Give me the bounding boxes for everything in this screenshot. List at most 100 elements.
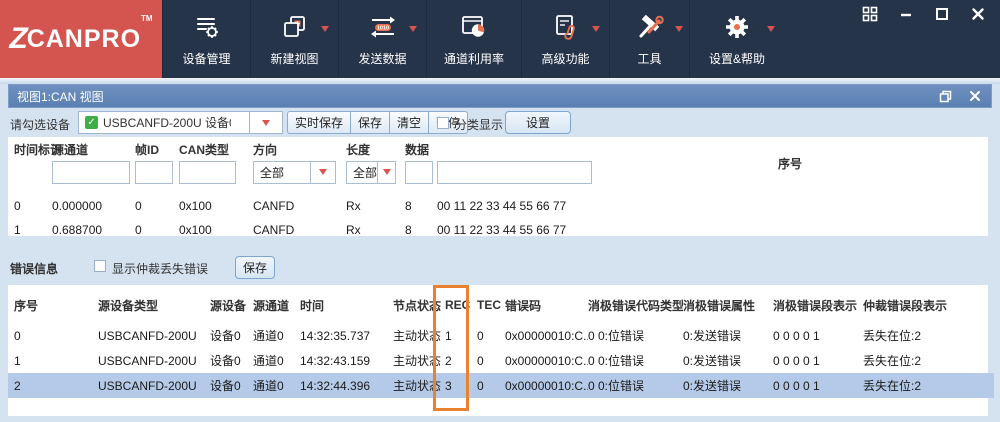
- column-header[interactable]: 长度: [346, 141, 405, 158]
- table-cell: 8: [405, 223, 412, 237]
- column-header[interactable]: 源设备类型: [98, 297, 210, 314]
- table-row[interactable]: 0 0.000000 0 0x100 CANFD Rx 8 00 11 22 33 44 55…: [14, 194, 988, 218]
- minimize-icon[interactable]: [898, 6, 914, 22]
- filter-can-type-select[interactable]: 全部: [253, 160, 336, 184]
- table-cell: Rx: [346, 199, 361, 213]
- filter-data-input[interactable]: [437, 160, 592, 184]
- view-title: 视图1:CAN 视图: [17, 89, 104, 104]
- direction-select-value: 全部: [353, 165, 378, 180]
- chevron-down-icon: [319, 169, 327, 175]
- column-header[interactable]: 错误码: [505, 297, 588, 314]
- dropdown-arrow-icon: [321, 26, 329, 32]
- filter-src-channel-input[interactable]: [135, 160, 173, 184]
- column-header[interactable]: 帧ID: [135, 141, 179, 158]
- close-view-icon[interactable]: [967, 88, 983, 104]
- table-cell: 0x100: [179, 223, 212, 237]
- table-row[interactable]: 1 0.688700 0 0x100 CANFD Rx 8 00 11 22 33 44 55…: [14, 218, 988, 242]
- realtime-save-button[interactable]: 实时保存: [287, 111, 352, 134]
- maximize-icon[interactable]: [934, 6, 950, 22]
- column-header[interactable]: 序号: [14, 297, 98, 314]
- show-arbitration-lost-checkbox[interactable]: [94, 260, 106, 272]
- column-header[interactable]: 源设备: [210, 297, 253, 314]
- table-row[interactable]: 0 USBCANFD-200U 设备0 通道0 14:32:35.737 主动状态 1 0 0x…: [14, 323, 988, 348]
- table-cell: CANFD: [253, 223, 295, 237]
- table-cell: 0: [14, 199, 21, 213]
- toolbar-item-label: 发送数据: [358, 52, 407, 66]
- toolbar-item-channel-utilization[interactable]: 通道利用率: [426, 0, 521, 78]
- table-cell: 设备0: [210, 329, 241, 343]
- column-header[interactable]: 消极错误段表示: [773, 297, 863, 314]
- table-row[interactable]: 1 USBCANFD-200U 设备0 通道0 14:32:43.159 主动状态 2 0 0x…: [14, 348, 988, 373]
- main-toolbar: Z CANPRO TM 设备管理 新建视图 1010 发送数据 通道利用率 高级…: [0, 0, 1000, 78]
- dropdown-arrow-icon: [592, 26, 600, 32]
- table-cell: 设备0: [210, 379, 241, 393]
- table-cell: 8: [405, 199, 412, 213]
- column-header[interactable]: 消极错误属性: [683, 297, 773, 314]
- toolbar-item-new-view[interactable]: 新建视图: [250, 0, 338, 78]
- table-cell: 0x00000010:C...: [505, 378, 588, 393]
- table-cell: 丢失在位:2: [863, 379, 922, 393]
- close-icon[interactable]: [970, 6, 986, 22]
- device-checkbox[interactable]: ✓: [85, 116, 98, 129]
- error-table: 序号 源设备类型 源设备 源通道 时间 节点状态 REC TEC 错误码 消极错误代码类型 消极错误…: [8, 285, 994, 416]
- filter-frame-id-input[interactable]: [179, 160, 236, 184]
- save-button[interactable]: 保存: [350, 111, 391, 134]
- show-arbitration-lost-label: 显示仲裁丢失错误: [112, 262, 209, 276]
- device-combobox[interactable]: ✓ USBCANFD-200U 设备0 通道0: [78, 111, 283, 134]
- filter-direction-select[interactable]: 全部: [346, 160, 396, 184]
- column-header[interactable]: 序号: [778, 155, 988, 172]
- classify-display-checkbox[interactable]: [437, 117, 449, 129]
- column-header[interactable]: TEC: [477, 298, 505, 312]
- select-dropdown-button[interactable]: [310, 161, 335, 183]
- chevron-down-icon: [262, 119, 270, 126]
- table-cell: 1: [445, 328, 452, 343]
- filter-time-input[interactable]: [52, 160, 130, 184]
- toolbar-item-send-data[interactable]: 1010 发送数据: [338, 0, 426, 78]
- logo-z: Z: [9, 22, 27, 55]
- column-header[interactable]: 源通道: [253, 297, 300, 314]
- settings-help-icon: [723, 11, 751, 43]
- layout-grid-icon[interactable]: [862, 6, 878, 22]
- table-cell: 0x00000010:C...: [505, 353, 588, 368]
- table-cell: 0x00000010:C...: [505, 328, 588, 343]
- view-settings-button[interactable]: 设置: [505, 111, 571, 134]
- table-row[interactable]: 2 USBCANFD-200U 设备0 通道0 14:32:44.396 主动状态 3 0 0x…: [8, 373, 994, 398]
- combobox-dropdown-button[interactable]: [249, 112, 282, 133]
- table-cell: 0:发送错误: [683, 354, 742, 368]
- toolbar-item-label: 设备管理: [182, 52, 231, 66]
- column-header[interactable]: 消极错误代码类型: [588, 297, 683, 314]
- error-save-button[interactable]: 保存: [235, 256, 275, 279]
- table-cell: 00 11 22 33 44 55 66 77: [437, 199, 567, 213]
- column-header[interactable]: 源通道: [52, 141, 135, 158]
- column-header[interactable]: 节点状态: [393, 297, 445, 314]
- table-cell: 主动状态: [393, 329, 442, 343]
- frame-table-header: 序号 时间标识 源通道 帧ID CAN类型 方向 长度 数据 全部 全部: [8, 137, 988, 188]
- toolbar-item-settings-help[interactable]: 设置&帮助: [689, 0, 784, 78]
- frame-table-rows: 0 0.000000 0 0x100 CANFD Rx 8 00 11 22 33 44 55…: [8, 194, 988, 242]
- error-table-rows: 0 USBCANFD-200U 设备0 通道0 14:32:35.737 主动状态 1 0 0x…: [8, 323, 994, 398]
- table-cell: USBCANFD-200U: [98, 353, 197, 368]
- toolbar-item-tools[interactable]: 工具: [609, 0, 689, 78]
- column-header[interactable]: REC: [445, 298, 477, 312]
- column-header[interactable]: 时间: [300, 297, 393, 314]
- dropdown-arrow-icon: [767, 26, 775, 32]
- table-cell: 主动状态: [393, 379, 442, 393]
- float-view-icon[interactable]: [937, 88, 953, 104]
- dropdown-arrow-icon: [675, 26, 683, 32]
- select-dropdown-button[interactable]: [377, 161, 395, 183]
- table-cell: 0: [135, 223, 142, 237]
- toolbar-item-advanced-functions[interactable]: 高级功能: [521, 0, 609, 78]
- column-header[interactable]: 方向: [253, 141, 346, 158]
- clear-button[interactable]: 清空: [389, 111, 430, 134]
- table-cell: USBCANFD-200U: [98, 378, 197, 393]
- column-header[interactable]: 仲裁错误段表示: [863, 297, 988, 314]
- table-cell: 通道0: [253, 329, 284, 343]
- column-header[interactable]: 数据: [405, 141, 437, 158]
- table-cell: 2: [14, 378, 21, 393]
- chevron-down-icon: [382, 169, 391, 175]
- table-cell: Rx: [346, 223, 361, 237]
- column-header[interactable]: CAN类型: [179, 141, 253, 158]
- toolbar-item-device-manage[interactable]: 设备管理: [162, 0, 250, 78]
- column-header[interactable]: 时间标识: [14, 141, 62, 158]
- filter-length-input[interactable]: [405, 160, 433, 184]
